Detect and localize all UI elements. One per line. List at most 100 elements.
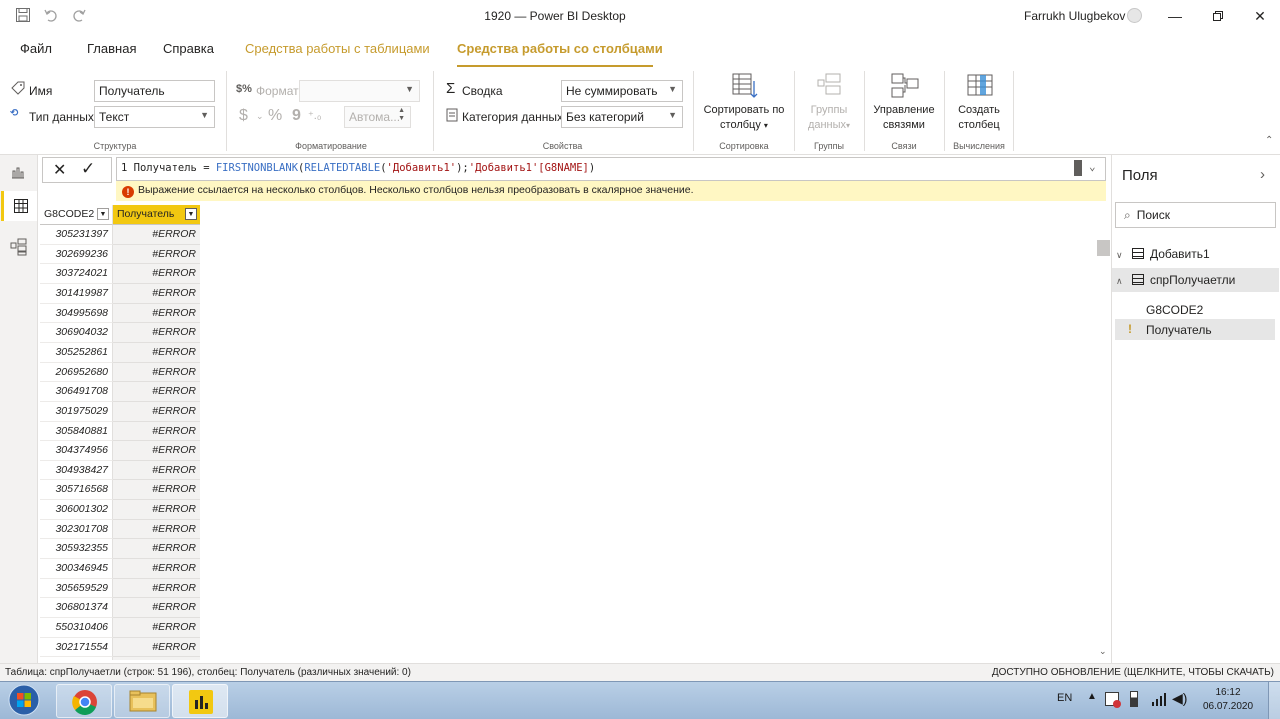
cell-g8code2[interactable]: 550310406 bbox=[40, 618, 113, 638]
table-row[interactable]: 305231397 #ERROR bbox=[40, 225, 200, 245]
cell-recipient[interactable]: #ERROR bbox=[113, 244, 200, 265]
table-row[interactable]: 304995698 #ERROR bbox=[40, 303, 200, 324]
table-row[interactable]: 306491708 #ERROR bbox=[40, 382, 200, 402]
data-view-icon[interactable] bbox=[1, 191, 37, 221]
cell-recipient[interactable]: #ERROR bbox=[113, 382, 200, 402]
cell-g8code2[interactable]: 305932355 bbox=[40, 539, 113, 560]
table-row[interactable]: 305252861 #ERROR bbox=[40, 342, 200, 363]
new-column-button[interactable]: Создать столбец bbox=[948, 73, 1010, 133]
cell-g8code2[interactable]: 306904032 bbox=[40, 323, 113, 343]
table-row[interactable]: 306801374 #ERROR bbox=[40, 598, 200, 619]
cell-g8code2[interactable]: 306801374 bbox=[40, 598, 113, 619]
decimal-icon[interactable]: ⁺.₀ bbox=[308, 109, 321, 122]
cell-recipient[interactable]: #ERROR bbox=[113, 480, 200, 501]
field-table-sprpoluchaetli[interactable]: ∧ спрПолучаетли bbox=[1112, 268, 1279, 292]
powerbi-taskbar-button[interactable] bbox=[172, 684, 228, 718]
name-field[interactable]: Получатель bbox=[94, 80, 215, 102]
collapse-pane-icon[interactable]: › bbox=[1260, 166, 1265, 183]
decimal-places-input[interactable]: Автома... ▲ ▼ bbox=[344, 106, 411, 128]
tab-home[interactable]: Главная bbox=[87, 41, 136, 56]
tab-table-tools[interactable]: Средства работы с таблицами bbox=[245, 41, 430, 56]
table-row[interactable]: 306001302 #ERROR bbox=[40, 500, 200, 520]
cell-g8code2[interactable]: 302699236 bbox=[40, 244, 113, 265]
cell-g8code2[interactable]: 305840881 bbox=[40, 421, 113, 442]
cell-recipient[interactable]: #ERROR bbox=[113, 539, 200, 560]
cell-recipient[interactable]: #ERROR bbox=[113, 500, 200, 520]
collapse-ribbon-icon[interactable]: ⌃ bbox=[1265, 135, 1273, 146]
table-row[interactable]: 304938427 #ERROR bbox=[40, 460, 200, 481]
cell-g8code2[interactable]: 305252861 bbox=[40, 342, 113, 363]
commit-formula-icon[interactable]: ✓ bbox=[81, 159, 95, 179]
cell-g8code2[interactable]: 305716568 bbox=[40, 480, 113, 501]
table-row[interactable]: 206952680 #ERROR bbox=[40, 362, 200, 383]
manage-relationships-button[interactable]: Управление связями bbox=[868, 73, 940, 133]
start-button[interactable] bbox=[4, 683, 44, 717]
avatar[interactable] bbox=[1127, 8, 1142, 23]
scrollbar-thumb[interactable] bbox=[1097, 240, 1110, 256]
field-table-dobavit1[interactable]: ∨ Добавить1 bbox=[1112, 242, 1279, 266]
scroll-down-icon[interactable]: ⌄ bbox=[1099, 646, 1107, 657]
cell-g8code2[interactable] bbox=[40, 657, 113, 660]
network-icon[interactable] bbox=[1105, 692, 1121, 708]
close-icon[interactable]: ✕ bbox=[1245, 4, 1275, 28]
cell-g8code2[interactable]: 304995698 bbox=[40, 303, 113, 324]
format-select[interactable]: ▼ bbox=[299, 80, 420, 102]
cell-recipient[interactable]: #ERROR bbox=[113, 283, 200, 304]
cell-recipient[interactable]: #ERROR bbox=[113, 618, 200, 638]
clock[interactable]: 16:12 06.07.2020 bbox=[1200, 686, 1256, 714]
column-header-recipient[interactable]: Получатель ▼ bbox=[113, 205, 200, 225]
restore-icon[interactable] bbox=[1203, 4, 1233, 28]
cell-recipient[interactable]: #ERROR bbox=[113, 342, 200, 363]
cell-g8code2[interactable]: 305659529 bbox=[40, 578, 113, 599]
cell-g8code2[interactable]: 301419987 bbox=[40, 283, 113, 304]
tab-help[interactable]: Справка bbox=[163, 41, 214, 56]
table-row[interactable] bbox=[40, 657, 200, 660]
show-hidden-icons[interactable]: ▲ bbox=[1087, 691, 1097, 702]
table-row[interactable]: 305716568 #ERROR bbox=[40, 480, 200, 501]
table-row[interactable]: 305932355 #ERROR bbox=[40, 539, 200, 560]
fields-search-input[interactable]: ⌕ Поиск bbox=[1115, 202, 1276, 228]
cell-g8code2[interactable]: 300346945 bbox=[40, 559, 113, 579]
cell-recipient[interactable]: #ERROR bbox=[113, 637, 200, 658]
table-row[interactable]: 305840881 #ERROR bbox=[40, 421, 200, 442]
signal-icon[interactable] bbox=[1151, 691, 1167, 710]
cell-recipient[interactable]: #ERROR bbox=[113, 401, 200, 422]
chevron-down-icon[interactable]: ⌄ bbox=[1089, 160, 1096, 173]
cell-recipient[interactable]: #ERROR bbox=[113, 460, 200, 481]
table-row[interactable]: 306904032 #ERROR bbox=[40, 323, 200, 343]
cell-g8code2[interactable]: 302301708 bbox=[40, 519, 113, 540]
sort-by-column-button[interactable]: Сортировать по столбцу ▾ bbox=[698, 73, 790, 133]
cell-g8code2[interactable]: 206952680 bbox=[40, 362, 113, 383]
cell-recipient[interactable]: #ERROR bbox=[113, 323, 200, 343]
cell-recipient[interactable]: #ERROR bbox=[113, 441, 200, 461]
show-desktop-button[interactable] bbox=[1268, 682, 1280, 719]
table-row[interactable]: 300346945 #ERROR bbox=[40, 559, 200, 579]
formula-resize-handle[interactable] bbox=[1074, 160, 1082, 176]
table-row[interactable]: 304374956 #ERROR bbox=[40, 441, 200, 461]
cell-recipient[interactable]: #ERROR bbox=[113, 519, 200, 540]
table-row[interactable]: 302171554 #ERROR bbox=[40, 637, 200, 658]
user-name[interactable]: Farrukh Ulugbekov bbox=[1024, 9, 1125, 23]
table-row[interactable]: 305659529 #ERROR bbox=[40, 578, 200, 599]
model-view-icon[interactable] bbox=[4, 231, 34, 261]
chevron-up-icon[interactable]: ∧ bbox=[1116, 276, 1123, 286]
field-recipient[interactable]: ! Получатель bbox=[1115, 319, 1275, 340]
summary-select[interactable]: Не суммировать ▼ bbox=[561, 80, 683, 102]
battery-icon[interactable] bbox=[1130, 691, 1138, 707]
report-view-icon[interactable] bbox=[4, 157, 34, 187]
table-row[interactable]: 301419987 #ERROR bbox=[40, 283, 200, 304]
vertical-scrollbar[interactable]: ⌄ bbox=[1097, 240, 1110, 662]
chrome-taskbar-button[interactable] bbox=[56, 684, 112, 718]
field-g8code2[interactable]: G8CODE2 bbox=[1146, 303, 1203, 317]
table-row[interactable]: 302301708 #ERROR bbox=[40, 519, 200, 540]
cell-g8code2[interactable]: 304374956 bbox=[40, 441, 113, 461]
cell-g8code2[interactable]: 306491708 bbox=[40, 382, 113, 402]
table-row[interactable]: 302699236 #ERROR bbox=[40, 244, 200, 265]
cell-recipient[interactable]: #ERROR bbox=[113, 362, 200, 383]
filter-dropdown-icon[interactable]: ▼ bbox=[97, 208, 109, 220]
datatype-select[interactable]: Текст ▼ bbox=[94, 106, 215, 128]
cell-recipient[interactable]: #ERROR bbox=[113, 303, 200, 324]
cell-recipient[interactable]: #ERROR bbox=[113, 598, 200, 619]
cell-recipient[interactable]: #ERROR bbox=[113, 578, 200, 599]
cell-recipient[interactable]: #ERROR bbox=[113, 421, 200, 442]
